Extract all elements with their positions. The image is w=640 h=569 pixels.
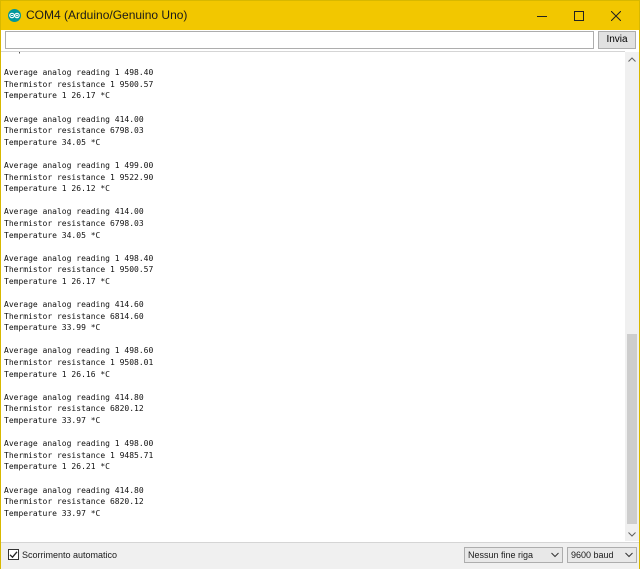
arduino-logo-icon — [8, 9, 21, 22]
output-line: Average analog reading 414.60 — [4, 300, 144, 310]
chevron-up-icon — [628, 56, 636, 62]
output-line: Temperature 1 26.12 *C — [4, 184, 110, 194]
output-line: Thermistor resistance 1 9522.90 — [4, 172, 154, 182]
output-line: Thermistor resistance 6798.03 — [4, 218, 144, 228]
send-button[interactable]: Invia — [598, 31, 636, 49]
baud-rate-select[interactable]: 9600 baud — [567, 547, 637, 563]
output-line: Thermistor resistance 1 9500.57 — [4, 265, 154, 275]
output-line: Average analog reading 1 498.40 — [4, 68, 154, 78]
line-ending-value: Nessun fine riga — [468, 550, 534, 560]
bottom-bar: Scorrimento automatico Nessun fine riga … — [1, 542, 639, 569]
send-input[interactable] — [5, 31, 594, 49]
output-line: Temperature 1 26.17 *C — [4, 276, 110, 286]
scroll-down-button[interactable] — [625, 527, 639, 541]
output-line: Average analog reading 414.00 — [4, 114, 144, 124]
minimize-icon — [537, 15, 547, 17]
output-line: Temperature 33.97 *C — [4, 508, 101, 518]
output-line: Average analog reading 414.00 — [4, 207, 144, 217]
output-line: Thermistor resistance 6798.03 — [4, 126, 144, 136]
chevron-down-icon — [551, 552, 559, 558]
output-line: Thermistor resistance 1 9500.57 — [4, 79, 154, 89]
output-line: Thermistor resistance 1 9508.01 — [4, 358, 154, 368]
output-line: Average analog reading 414.80 — [4, 485, 144, 495]
scroll-thumb[interactable] — [627, 334, 637, 524]
output-line: Average analog reading 1 498.60 — [4, 346, 154, 356]
chevron-down-icon — [628, 531, 636, 537]
output-line: Thermistor resistance 6820.12 — [4, 497, 144, 507]
output-line: Temperature 34.05 *C — [4, 230, 101, 240]
output-line: Average analog reading 414.80 — [4, 392, 144, 402]
close-icon — [611, 10, 621, 21]
output-line: Average analog reading 1 498.40 — [4, 253, 154, 263]
close-button[interactable] — [593, 1, 639, 30]
output-line: Average analog reading 1 498.00 — [4, 439, 154, 449]
maximize-icon — [574, 10, 584, 21]
output-line: Temperature 1 26.16 *C — [4, 369, 110, 379]
send-row: Invia — [1, 30, 639, 51]
serial-monitor-window: COM4 (Arduino/Genuino Uno) Invia Tempera… — [0, 0, 640, 569]
output-line: Thermistor resistance 6814.60 — [4, 311, 144, 321]
output-line: Temperature 34.05 *C — [4, 137, 101, 147]
chevron-down-icon — [625, 552, 633, 558]
autoscroll-checkbox[interactable] — [8, 549, 19, 560]
output-line: Temperature 33.99 *C — [4, 323, 101, 333]
autoscroll-label: Scorrimento automatico — [22, 549, 118, 560]
output-line: Temperature 33.97 *C — [4, 416, 101, 425]
vertical-scrollbar[interactable] — [625, 52, 639, 541]
output-line: Average analog reading 1 499.00 — [4, 160, 154, 170]
output-lines: Temperature 33.97 *C Average analog readi… — [4, 52, 154, 519]
title-bar: COM4 (Arduino/Genuino Uno) — [1, 1, 639, 30]
baud-rate-value: 9600 baud — [571, 550, 614, 560]
output-line: Temperature 1 26.17 *C — [4, 91, 110, 101]
check-icon — [9, 551, 18, 559]
serial-output[interactable]: Temperature 33.97 *C Average analog readi… — [1, 51, 625, 542]
output-line: Temperature 1 26.21 *C — [4, 462, 110, 472]
output-line: Thermistor resistance 6820.12 — [4, 404, 144, 414]
output-line: Thermistor resistance 1 9485.71 — [4, 450, 154, 460]
scroll-up-button[interactable] — [625, 52, 639, 66]
autoscroll-toggle[interactable]: Scorrimento automatico — [8, 549, 117, 560]
line-ending-select[interactable]: Nessun fine riga — [464, 547, 563, 563]
window-title: COM4 (Arduino/Genuino Uno) — [26, 8, 188, 22]
